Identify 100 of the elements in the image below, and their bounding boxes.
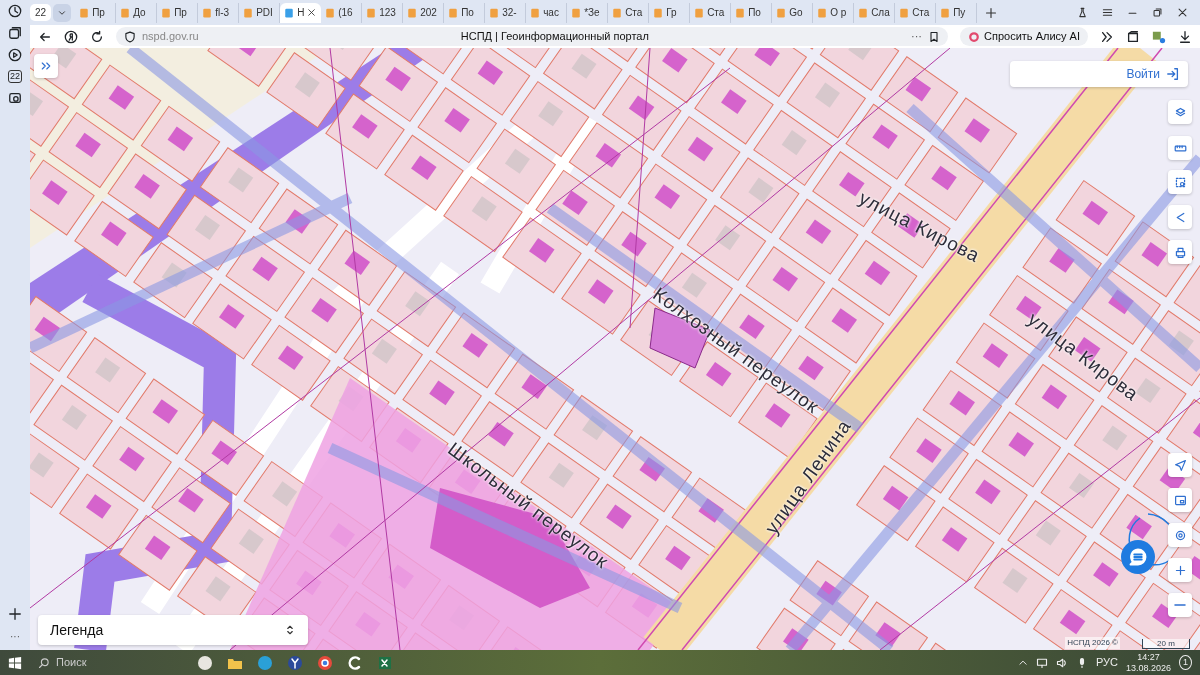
play-icon[interactable] bbox=[8, 48, 22, 62]
browser-tab[interactable]: час bbox=[526, 2, 568, 23]
favicon-icon bbox=[530, 7, 541, 18]
browser-tab[interactable]: По bbox=[444, 2, 486, 23]
favicon-icon bbox=[817, 7, 828, 18]
browser-tab[interactable]: До bbox=[116, 2, 158, 23]
c-logo-icon bbox=[347, 654, 363, 671]
plus-icon[interactable] bbox=[8, 607, 22, 621]
tab-title: По bbox=[461, 6, 474, 20]
favicon-icon bbox=[161, 7, 172, 18]
up-down-caret-icon bbox=[284, 624, 296, 636]
expand-panel-button[interactable] bbox=[34, 54, 58, 78]
tab-title: До bbox=[133, 6, 146, 20]
download-icon[interactable] bbox=[1178, 29, 1192, 44]
scale-bar: 20 m bbox=[1142, 639, 1190, 649]
ruler-button[interactable] bbox=[1168, 136, 1192, 160]
browser-tab[interactable]: Ста bbox=[608, 2, 650, 23]
browser-tab[interactable]: О р bbox=[813, 2, 855, 23]
calendar-badge[interactable]: 22 bbox=[8, 70, 22, 83]
tab-group[interactable]: 22 bbox=[30, 4, 52, 21]
tab-title: Ста bbox=[625, 6, 643, 20]
browser-tab[interactable]: Н bbox=[280, 2, 322, 23]
browser-tab[interactable]: 123 bbox=[362, 2, 404, 23]
more-button[interactable]: ··· bbox=[911, 28, 923, 45]
login-icon bbox=[1166, 67, 1180, 81]
browser-tab[interactable]: 202 bbox=[403, 2, 445, 23]
login-button[interactable]: Войти bbox=[1010, 61, 1188, 87]
picture-in-picture-icon bbox=[1173, 493, 1187, 507]
close-icon[interactable] bbox=[1177, 7, 1188, 18]
favicon-icon bbox=[325, 7, 336, 18]
tab-title: *Зе bbox=[584, 6, 600, 20]
browser-tab[interactable]: Ста bbox=[690, 2, 732, 23]
browser-tab[interactable]: Гр bbox=[649, 2, 691, 23]
picture-in-picture-button[interactable] bbox=[1168, 488, 1192, 512]
select-area-icon bbox=[1173, 175, 1187, 189]
zoom-in-button[interactable] bbox=[1168, 558, 1192, 582]
location-search-button[interactable] bbox=[1168, 523, 1192, 547]
share-button[interactable] bbox=[1168, 205, 1192, 229]
zoom-out-button[interactable] bbox=[1168, 593, 1192, 617]
language-indicator[interactable]: РУС bbox=[1095, 654, 1118, 671]
tab-title: Пр bbox=[174, 6, 187, 20]
menu-icon[interactable] bbox=[1102, 7, 1113, 18]
search-icon bbox=[38, 656, 50, 669]
favicon-icon bbox=[489, 7, 500, 18]
browser-tab[interactable]: Пу bbox=[936, 2, 978, 23]
ask-assistant-button[interactable]: Спросить Алису AI bbox=[960, 27, 1088, 46]
browser-tab[interactable]: По bbox=[731, 2, 773, 23]
tab-title: О р bbox=[830, 6, 847, 20]
tab-title: PDI bbox=[256, 6, 273, 20]
tab-title: Пр bbox=[92, 6, 105, 20]
tab-title: Go bbox=[789, 6, 803, 20]
new-tab-icon[interactable] bbox=[985, 6, 998, 19]
browser-tab[interactable]: (16 bbox=[321, 2, 363, 23]
attribution-text: НСПД 2026 © bbox=[1065, 637, 1120, 649]
camera-icon[interactable] bbox=[8, 91, 22, 105]
flask-icon[interactable] bbox=[1077, 7, 1088, 18]
layers-button[interactable] bbox=[1168, 100, 1192, 124]
bookmark-icon[interactable] bbox=[928, 30, 941, 43]
browser-tab[interactable]: Пр bbox=[75, 2, 117, 23]
network-icon[interactable] bbox=[1035, 656, 1048, 669]
favicon-icon bbox=[653, 7, 664, 18]
tab-title: 32- bbox=[502, 6, 517, 20]
navigate-button[interactable] bbox=[1168, 453, 1192, 477]
tab-title: fl-3 bbox=[215, 6, 230, 20]
volume-icon[interactable] bbox=[1055, 656, 1068, 669]
browser-tab[interactable]: Ста bbox=[895, 2, 937, 23]
browser-logo-icon[interactable] bbox=[64, 29, 78, 44]
browser-tab[interactable]: Сла bbox=[854, 2, 896, 23]
taskbar-search-field[interactable]: Поиск bbox=[30, 654, 155, 671]
select-area-button[interactable] bbox=[1168, 170, 1192, 194]
close-icon[interactable] bbox=[307, 8, 317, 17]
tab-title: Н bbox=[297, 6, 305, 20]
spreadsheet-icon bbox=[377, 654, 393, 671]
tab-title: 202 bbox=[420, 6, 437, 20]
reload-icon[interactable] bbox=[90, 29, 104, 44]
legend-dropdown[interactable]: Легенда bbox=[38, 615, 308, 645]
print-button[interactable] bbox=[1168, 240, 1192, 264]
search-placeholder: Поиск bbox=[56, 655, 87, 671]
tabs-icon[interactable] bbox=[8, 26, 22, 40]
restore-icon[interactable] bbox=[1152, 7, 1163, 18]
favicon-icon bbox=[366, 7, 377, 18]
favicon-icon bbox=[284, 7, 295, 18]
tab-title: Ста bbox=[912, 6, 930, 20]
favicon-icon bbox=[79, 7, 90, 18]
browser-tab[interactable]: fl-3 bbox=[198, 2, 240, 23]
browser-tab[interactable]: *Зе bbox=[567, 2, 609, 23]
favicon-icon bbox=[407, 7, 418, 18]
favicon-icon bbox=[612, 7, 623, 18]
zoom-in-icon bbox=[1173, 563, 1187, 577]
clock-date: 13.08.2026 bbox=[1125, 662, 1171, 674]
browser-tab[interactable]: Пр bbox=[157, 2, 199, 23]
more-button[interactable]: ··· bbox=[10, 629, 20, 644]
tab-title: Пу bbox=[953, 6, 966, 20]
address-field[interactable]: nspd.gov.ru НСПД | Геоинформационный портал ··· bbox=[116, 27, 949, 46]
browser-tab[interactable]: 32- bbox=[485, 2, 527, 23]
browser-tab[interactable]: Go bbox=[772, 2, 814, 23]
tab-title: час bbox=[543, 6, 559, 20]
favicon-icon bbox=[776, 7, 787, 18]
favicon-icon bbox=[899, 7, 910, 18]
clock-icon[interactable] bbox=[8, 4, 22, 18]
